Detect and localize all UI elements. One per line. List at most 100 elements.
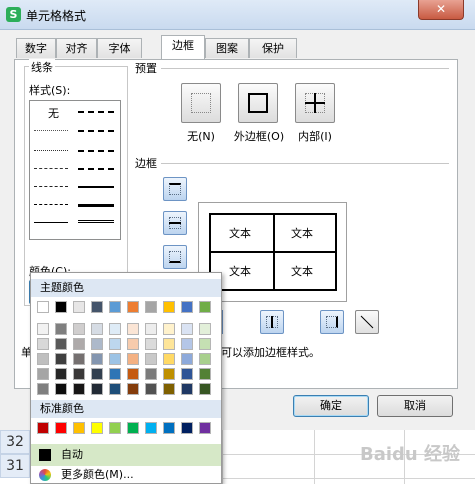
theme-shade-swatch[interactable]: [199, 323, 211, 335]
tab-alignment[interactable]: 对齐: [56, 38, 97, 58]
theme-shade-swatch[interactable]: [145, 383, 157, 395]
border-bottom-button[interactable]: [163, 245, 187, 269]
theme-shade-swatch[interactable]: [181, 368, 193, 380]
theme-shade-swatch[interactable]: [73, 368, 85, 380]
line-style-list[interactable]: 无: [29, 100, 121, 240]
standard-color-swatch[interactable]: [109, 422, 121, 434]
tab-border[interactable]: 边框: [161, 35, 205, 59]
standard-color-swatch[interactable]: [73, 422, 85, 434]
theme-shade-swatch[interactable]: [73, 383, 85, 395]
row-header[interactable]: 32: [0, 430, 30, 454]
theme-shade-swatch[interactable]: [163, 353, 175, 365]
standard-color-swatch[interactable]: [127, 422, 139, 434]
theme-shade-swatch[interactable]: [163, 338, 175, 350]
theme-shade-swatch[interactable]: [109, 323, 121, 335]
preset-outline-button[interactable]: [238, 83, 278, 123]
standard-color-swatch[interactable]: [55, 422, 67, 434]
line-style-medium-dash-dot[interactable]: [78, 150, 114, 152]
border-middle-vertical-button[interactable]: [260, 310, 284, 334]
row-header[interactable]: 31: [0, 454, 30, 478]
theme-shade-swatch[interactable]: [73, 338, 85, 350]
theme-shade-swatch[interactable]: [145, 368, 157, 380]
theme-shade-swatch[interactable]: [55, 338, 67, 350]
theme-shade-swatch[interactable]: [73, 323, 85, 335]
border-right-button[interactable]: [320, 310, 344, 334]
theme-color-swatch[interactable]: [37, 301, 49, 313]
tab-protection[interactable]: 保护: [249, 38, 297, 58]
border-top-button[interactable]: [163, 177, 187, 201]
line-style-hair[interactable]: [34, 130, 68, 131]
line-style-dash-dot-dot[interactable]: [34, 168, 68, 169]
tab-font[interactable]: 字体: [97, 38, 142, 58]
theme-shade-swatch[interactable]: [199, 383, 211, 395]
line-style-medium-dashed[interactable]: [78, 168, 114, 170]
theme-shade-swatch[interactable]: [91, 338, 103, 350]
line-style-thin[interactable]: [34, 222, 68, 223]
theme-shade-swatch[interactable]: [145, 338, 157, 350]
theme-shade-swatch[interactable]: [127, 383, 139, 395]
theme-shade-swatch[interactable]: [91, 323, 103, 335]
theme-color-swatch[interactable]: [199, 301, 211, 313]
theme-shade-swatch[interactable]: [91, 383, 103, 395]
line-style-dotted[interactable]: [34, 150, 68, 151]
theme-shade-swatch[interactable]: [181, 338, 193, 350]
theme-shade-swatch[interactable]: [163, 383, 175, 395]
tab-number[interactable]: 数字: [16, 38, 56, 58]
theme-shade-swatch[interactable]: [109, 353, 121, 365]
standard-color-swatch[interactable]: [91, 422, 103, 434]
theme-shade-swatch[interactable]: [109, 368, 121, 380]
standard-color-swatch[interactable]: [199, 422, 211, 434]
theme-shade-swatch[interactable]: [55, 368, 67, 380]
theme-shade-swatch[interactable]: [37, 383, 49, 395]
border-middle-horizontal-button[interactable]: [163, 211, 187, 235]
theme-color-swatch[interactable]: [127, 301, 139, 313]
theme-shade-swatch[interactable]: [55, 383, 67, 395]
theme-color-swatch[interactable]: [91, 301, 103, 313]
theme-color-swatch[interactable]: [181, 301, 193, 313]
theme-shade-swatch[interactable]: [127, 338, 139, 350]
line-style-medium-dash-dot-dot[interactable]: [78, 111, 114, 113]
more-colors-option[interactable]: 更多颜色(M)...: [31, 466, 221, 484]
auto-color-option[interactable]: 自动: [31, 444, 221, 466]
standard-color-swatch[interactable]: [163, 422, 175, 434]
theme-shade-swatch[interactable]: [37, 353, 49, 365]
border-diagonal-button[interactable]: [355, 310, 379, 334]
theme-shade-swatch[interactable]: [181, 323, 193, 335]
tab-pattern[interactable]: 图案: [205, 38, 249, 58]
theme-shade-swatch[interactable]: [37, 323, 49, 335]
standard-color-swatch[interactable]: [37, 422, 49, 434]
standard-color-swatch[interactable]: [181, 422, 193, 434]
theme-shade-swatch[interactable]: [55, 353, 67, 365]
theme-shade-swatch[interactable]: [127, 353, 139, 365]
theme-shade-swatch[interactable]: [55, 323, 67, 335]
theme-shade-swatch[interactable]: [37, 338, 49, 350]
theme-color-swatch[interactable]: [55, 301, 67, 313]
line-style-medium[interactable]: [78, 186, 114, 188]
theme-shade-swatch[interactable]: [145, 353, 157, 365]
theme-shade-swatch[interactable]: [127, 368, 139, 380]
line-style-none[interactable]: 无: [48, 105, 59, 121]
theme-shade-swatch[interactable]: [109, 383, 121, 395]
line-style-double[interactable]: [78, 220, 114, 223]
theme-shade-swatch[interactable]: [37, 368, 49, 380]
theme-shade-swatch[interactable]: [127, 323, 139, 335]
theme-shade-swatch[interactable]: [181, 383, 193, 395]
line-style-slanted-dash-dot[interactable]: [78, 130, 114, 132]
theme-shade-swatch[interactable]: [199, 368, 211, 380]
line-style-thick[interactable]: [78, 204, 114, 207]
cancel-button[interactable]: 取消: [377, 395, 453, 417]
line-style-dash-dot[interactable]: [34, 186, 68, 187]
theme-shade-swatch[interactable]: [199, 353, 211, 365]
theme-shade-swatch[interactable]: [181, 353, 193, 365]
theme-color-swatch[interactable]: [73, 301, 85, 313]
theme-shade-swatch[interactable]: [73, 353, 85, 365]
ok-button[interactable]: 确定: [293, 395, 369, 417]
theme-shade-swatch[interactable]: [91, 368, 103, 380]
line-style-dashed[interactable]: [34, 204, 68, 205]
theme-shade-swatch[interactable]: [163, 323, 175, 335]
theme-color-swatch[interactable]: [109, 301, 121, 313]
standard-color-swatch[interactable]: [145, 422, 157, 434]
theme-shade-swatch[interactable]: [91, 353, 103, 365]
theme-color-swatch[interactable]: [145, 301, 157, 313]
preset-inside-button[interactable]: [295, 83, 335, 123]
